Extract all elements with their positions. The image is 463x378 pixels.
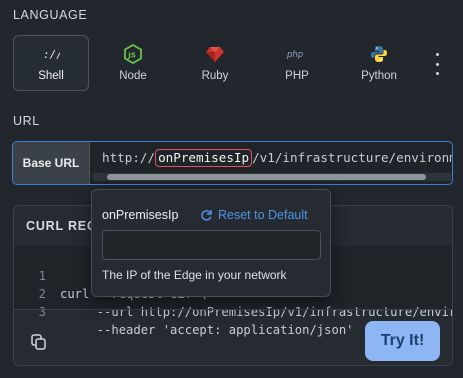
popover-variable-name: onPremisesIp [102,208,179,222]
language-option-ruby[interactable]: Ruby [177,35,253,91]
php-icon: php [286,44,308,64]
ruby-icon [205,44,225,64]
svg-text:JS: JS [127,52,136,60]
more-vertical-icon[interactable] [430,53,444,75]
url-text[interactable]: http://onPremisesIp/v1/infrastructure/en… [102,148,452,168]
svg-text:php: php [286,50,303,60]
code-line: 3 --header 'accept: application/json' [14,285,354,337]
language-selector: :// Shell JS Node Ruby php PHP [13,35,453,91]
language-section-title: LANGUAGE [13,8,88,22]
reset-label: Reset to Default [218,208,308,222]
variable-edit-popover: onPremisesIp Reset to Default The IP of … [91,189,331,297]
url-section-title: URL [13,114,40,128]
language-option-label: Python [361,70,397,82]
url-variable-onpremisesip[interactable]: onPremisesIp [155,149,253,167]
language-option-label: Shell [38,70,64,82]
svg-text:://: :// [43,48,60,61]
base-url-label: Base URL [13,142,90,184]
language-option-label: Ruby [201,70,229,82]
curl-card-footer: Try It! [14,309,452,365]
try-it-button[interactable]: Try It! [365,321,440,361]
language-option-python[interactable]: Python [341,35,417,91]
variable-description: The IP of the Edge in your network [102,268,287,282]
language-option-php[interactable]: php PHP [259,35,335,91]
url-suffix: /v1/infrastructure/environments [252,150,452,165]
reset-icon [201,209,212,221]
shell-icon: :// [42,44,60,64]
url-horizontal-scrollbar[interactable] [93,173,451,181]
code-line: 2 --url http://onPremisesIp/v1/infrastru… [14,267,452,319]
node-icon: JS [124,44,142,64]
variable-value-input[interactable] [102,230,321,260]
language-option-label: Node [119,70,147,82]
language-option-shell[interactable]: :// Shell [13,35,89,91]
language-option-node[interactable]: JS Node [95,35,171,91]
scrollbar-thumb[interactable] [107,174,426,180]
language-option-label: PHP [285,70,309,82]
copy-icon[interactable] [30,333,48,351]
python-icon [370,44,388,64]
code-line: 1 curl --request GET \ [14,249,207,301]
base-url-field: Base URL http://onPremisesIp/v1/infrastr… [12,141,453,185]
url-prefix: http:// [102,150,156,165]
reset-to-default-button[interactable]: Reset to Default [200,208,308,222]
